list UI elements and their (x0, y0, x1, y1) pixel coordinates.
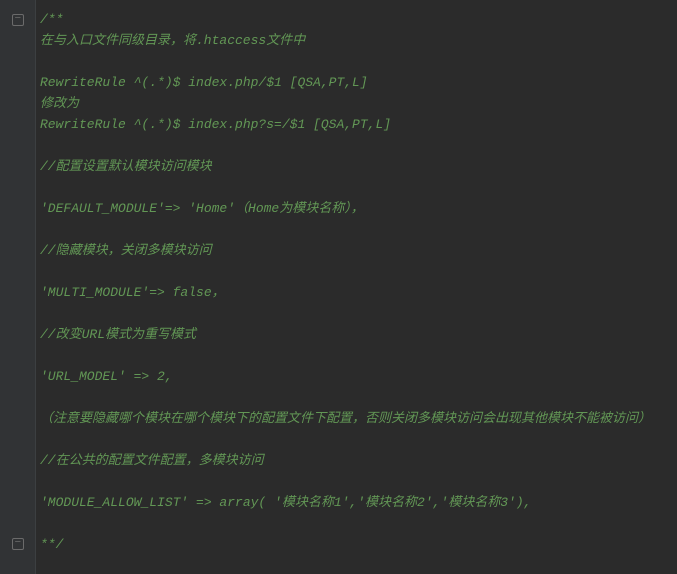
editor-container: /** 在与入口文件同级目录，将.htaccess文件中 RewriteRule… (0, 0, 677, 574)
code-line: //配置设置默认模块访问模块 (40, 157, 677, 178)
code-line: （注意要隐藏哪个模块在哪个模块下的配置文件下配置，否则关闭多模块访问会出现其他模… (40, 409, 677, 430)
code-line: RewriteRule ^(.*)$ index.php/$1 [QSA,PT,… (40, 73, 677, 94)
code-line: 修改为 (40, 94, 677, 115)
code-line: 'DEFAULT_MODULE'=> 'Home'（Home为模块名称）， (40, 199, 677, 220)
code-line (40, 136, 677, 157)
code-line: 在与入口文件同级目录，将.htaccess文件中 (40, 31, 677, 52)
code-line: **/ (40, 535, 677, 556)
code-area[interactable]: /** 在与入口文件同级目录，将.htaccess文件中 RewriteRule… (36, 0, 677, 574)
code-line (40, 178, 677, 199)
code-line (40, 304, 677, 325)
code-line: RewriteRule ^(.*)$ index.php?s=/$1 [QSA,… (40, 115, 677, 136)
fold-open-icon[interactable] (12, 14, 24, 26)
code-line (40, 472, 677, 493)
code-line: 'MULTI_MODULE'=> false， (40, 283, 677, 304)
code-line (40, 346, 677, 367)
code-line (40, 430, 677, 451)
code-line: //隐藏模块，关闭多模块访问 (40, 241, 677, 262)
code-line: 'MODULE_ALLOW_LIST' => array( '模块名称1','模… (40, 493, 677, 514)
gutter (0, 0, 36, 574)
code-line: //改变URL模式为重写模式 (40, 325, 677, 346)
code-line (40, 514, 677, 535)
code-line (40, 52, 677, 73)
code-line (40, 220, 677, 241)
fold-close-icon[interactable] (12, 538, 24, 550)
code-line (40, 262, 677, 283)
code-line: /** (40, 10, 677, 31)
code-line: 'URL_MODEL' => 2, (40, 367, 677, 388)
code-line (40, 388, 677, 409)
code-line: //在公共的配置文件配置，多模块访问 (40, 451, 677, 472)
